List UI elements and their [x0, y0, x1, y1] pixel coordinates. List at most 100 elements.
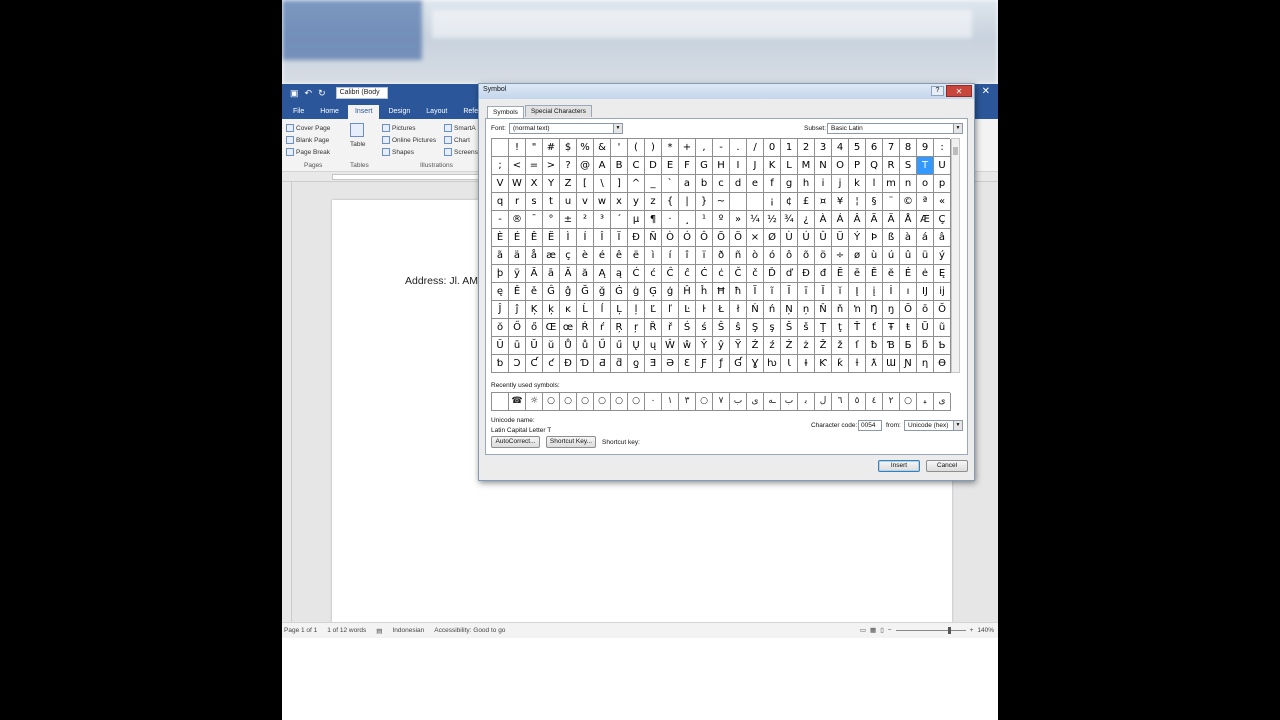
undo-icon[interactable]: ↶	[305, 88, 313, 99]
symbol-cell[interactable]: +	[679, 139, 696, 157]
symbol-cell[interactable]: Ť	[849, 319, 866, 337]
symbol-cell[interactable]: A	[594, 157, 611, 175]
symbol-cell[interactable]: Ŕ	[577, 319, 594, 337]
symbol-cell[interactable]: è	[577, 247, 594, 265]
symbol-cell[interactable]: Ļ	[611, 301, 628, 319]
symbol-cell[interactable]: Ĕ	[866, 265, 883, 283]
recent-symbol-cell[interactable]: ب	[781, 393, 798, 411]
symbol-cell[interactable]: ü	[917, 247, 934, 265]
symbol-cell[interactable]: ħ	[730, 283, 747, 301]
recent-symbol-cell[interactable]: ٧	[713, 393, 730, 411]
symbol-cell[interactable]: Ŗ	[611, 319, 628, 337]
tab-special-characters[interactable]: Special Characters	[524, 105, 592, 117]
symbol-cell[interactable]: Ĥ	[679, 283, 696, 301]
tab-design[interactable]: Design	[381, 105, 417, 119]
symbol-cell[interactable]: Ɨ	[798, 355, 815, 373]
symbol-cell[interactable]: Ķ	[526, 301, 543, 319]
symbol-cell[interactable]: ż	[798, 337, 815, 355]
recent-symbol-cell[interactable]: ☎	[509, 393, 526, 411]
symbol-cell[interactable]: I	[730, 157, 747, 175]
symbol-cell[interactable]: Ø	[764, 229, 781, 247]
symbol-cell[interactable]: ē	[849, 265, 866, 283]
symbol-cell[interactable]: ƍ	[628, 355, 645, 373]
symbol-cell[interactable]: á	[917, 229, 934, 247]
symbol-cell[interactable]: Ƌ	[594, 355, 611, 373]
symbol-cell[interactable]: Đ	[798, 265, 815, 283]
help-icon[interactable]: ?	[931, 86, 944, 96]
symbol-cell[interactable]: Ɗ	[577, 355, 594, 373]
symbol-cell[interactable]: ƌ	[611, 355, 628, 373]
symbol-cell[interactable]: ³	[594, 211, 611, 229]
symbol-cell[interactable]: Ħ	[713, 283, 730, 301]
symbol-cell[interactable]: "	[526, 139, 543, 157]
subset-select[interactable]: Basic Latin ▼	[827, 123, 963, 134]
symbol-cell[interactable]: j	[832, 175, 849, 193]
symbol-cell[interactable]: ¼	[747, 211, 764, 229]
symbol-cell[interactable]: Ň	[815, 301, 832, 319]
symbol-cell[interactable]: :	[934, 139, 951, 157]
symbol-cell[interactable]: ŧ	[900, 319, 917, 337]
symbol-cell[interactable]: ţ	[832, 319, 849, 337]
symbol-cell[interactable]: ö	[815, 247, 832, 265]
symbol-cell[interactable]: Ž	[815, 337, 832, 355]
recent-symbol-cell[interactable]: ٠	[645, 393, 662, 411]
symbol-cell[interactable]: ė	[917, 265, 934, 283]
symbol-cell[interactable]: N	[815, 157, 832, 175]
symbol-cell[interactable]: Œ	[543, 319, 560, 337]
recent-symbol-cell[interactable]: ـه	[764, 393, 781, 411]
symbol-cell[interactable]: 9	[917, 139, 934, 157]
autocorrect-button[interactable]: AutoCorrect...	[491, 436, 540, 448]
symbol-cell[interactable]: Ɵ	[934, 355, 951, 373]
zoom-out-icon[interactable]: −	[888, 627, 892, 634]
symbol-cell[interactable]: é	[594, 247, 611, 265]
symbol-cell[interactable]: ņ	[798, 301, 815, 319]
symbol-cell[interactable]: ĭ	[832, 283, 849, 301]
symbol-cell[interactable]: Þ	[866, 229, 883, 247]
symbol-cell[interactable]: Ĭ	[815, 283, 832, 301]
symbol-cell[interactable]: Ũ	[917, 319, 934, 337]
symbol-cell[interactable]: Ò	[662, 229, 679, 247]
language-indicator[interactable]: Indonesian	[392, 627, 424, 634]
symbol-cell[interactable]: ]	[611, 175, 628, 193]
symbol-cell[interactable]: ,	[696, 139, 713, 157]
redo-icon[interactable]: ↻	[318, 88, 326, 99]
table-button[interactable]: Table	[350, 122, 366, 150]
symbol-cell[interactable]: ƈ	[543, 355, 560, 373]
symbol-cell[interactable]: b	[696, 175, 713, 193]
symbol-cell[interactable]: ´	[611, 211, 628, 229]
symbol-cell[interactable]: m	[883, 175, 900, 193]
symbol-cell[interactable]: ƛ	[866, 355, 883, 373]
symbol-cell[interactable]: D	[645, 157, 662, 175]
symbol-cell[interactable]: ¡	[764, 193, 781, 211]
symbol-cell[interactable]: §	[866, 193, 883, 211]
symbol-cell[interactable]: y	[628, 193, 645, 211]
symbol-cell[interactable]: »	[730, 211, 747, 229]
symbol-cell[interactable]: ý	[934, 247, 951, 265]
symbol-cell[interactable]: š	[798, 319, 815, 337]
symbol-cell[interactable]: Ŝ	[713, 319, 730, 337]
symbol-cell[interactable]: Ü	[832, 229, 849, 247]
symbol-cell[interactable]: Ö	[730, 229, 747, 247]
recent-symbol-cell[interactable]: ○	[594, 393, 611, 411]
symbol-cell[interactable]: x	[611, 193, 628, 211]
symbol-cell[interactable]: 5	[849, 139, 866, 157]
symbol-cell[interactable]: ç	[560, 247, 577, 265]
symbol-cell[interactable]: ƒ	[713, 355, 730, 373]
symbol-cell[interactable]: ŉ	[849, 301, 866, 319]
symbol-cell[interactable]: B	[611, 157, 628, 175]
symbol-cell[interactable]: À	[815, 211, 832, 229]
symbol-cell[interactable]: Ù	[781, 229, 798, 247]
symbol-cell[interactable]: #	[543, 139, 560, 157]
symbol-cell[interactable]: ƞ	[917, 355, 934, 373]
symbol-cell[interactable]: ũ	[934, 319, 951, 337]
symbol-cell[interactable]: Ÿ	[730, 337, 747, 355]
symbol-cell[interactable]: £	[798, 193, 815, 211]
recent-symbol-cell[interactable]: ٥	[849, 393, 866, 411]
zoom-in-icon[interactable]: +	[970, 627, 974, 634]
symbol-cell[interactable]: Ľ	[645, 301, 662, 319]
symbol-cell[interactable]: Ū	[492, 337, 509, 355]
symbol-cell[interactable]: Ų	[628, 337, 645, 355]
symbol-cell[interactable]: ¾	[781, 211, 798, 229]
symbol-cell[interactable]: Ɩ	[781, 355, 798, 373]
symbol-cell[interactable]: Ŭ	[526, 337, 543, 355]
